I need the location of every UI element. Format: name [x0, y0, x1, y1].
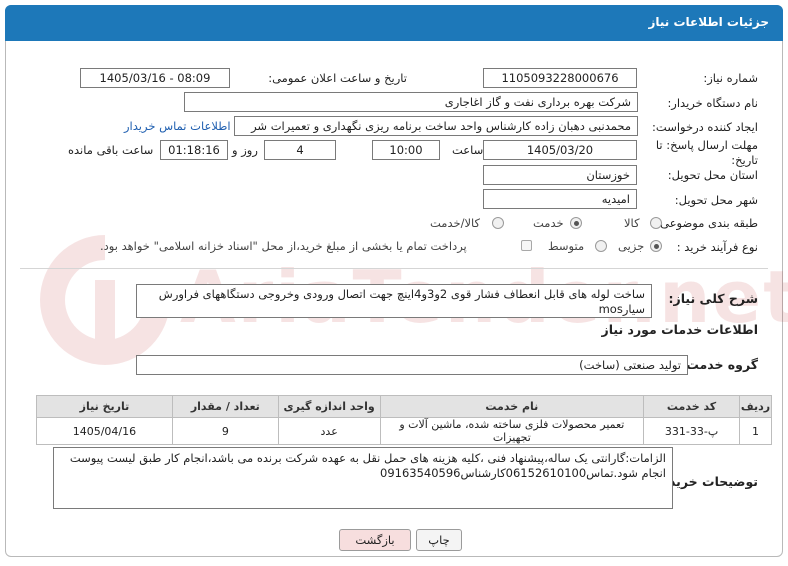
service-group-label: گروه خدمت:: [681, 357, 758, 372]
need-number-label: شماره نیاز:: [703, 71, 758, 85]
treasury-payment-note: پرداخت تمام یا بخشی از مبلغ خرید،از محل …: [100, 239, 467, 253]
service-group-field: تولید صنعتی (ساخت): [136, 355, 688, 375]
process-label: نوع فرآیند خرید :: [676, 240, 758, 254]
summary-text: ساخت لوله های قابل انعطاف فشار قوی 2و3و4…: [136, 284, 652, 318]
remaining-days-field: 4: [264, 140, 336, 160]
buyer-field: شرکت بهره برداری نفت و گاز اغاجاری: [184, 92, 638, 112]
col-unit: واحد اندازه گیری: [277, 395, 381, 418]
cell-unit: عدد: [277, 417, 381, 445]
buyer-label: نام دستگاه خریدار:: [667, 96, 758, 110]
remaining-days-label: روز و: [232, 143, 258, 157]
deadline-label-date: تاریخ:: [731, 153, 758, 167]
process-radio-medium[interactable]: [595, 240, 607, 252]
col-row: ردیف: [739, 395, 772, 418]
category-radio-goods[interactable]: [650, 217, 662, 229]
city-field: امیدیه: [483, 189, 637, 209]
deadline-label: مهلت ارسال پاسخ: تا: [655, 138, 758, 152]
announce-label: تاریخ و ساعت اعلان عمومی:: [268, 71, 407, 85]
cell-service-code: پ-33-331: [643, 417, 741, 445]
category-radio-service[interactable]: [570, 217, 582, 229]
col-service-name: نام خدمت: [379, 395, 645, 418]
back-button[interactable]: بازگشت: [339, 529, 411, 551]
city-label: شهر محل تحویل:: [674, 193, 758, 207]
divider: [20, 268, 768, 269]
category-option-goods-service: کالا/خدمت: [430, 216, 481, 230]
col-service-code: کد خدمت: [643, 395, 741, 418]
table-row: 1 پ-33-331 تعمیر محصولات فلزی ساخته شده،…: [36, 417, 772, 445]
remaining-time-field: 01:18:16: [160, 140, 228, 160]
page-title: جزئیات اطلاعات نیاز: [648, 15, 769, 29]
print-button[interactable]: چاپ: [416, 529, 462, 551]
category-option-service: خدمت: [533, 216, 564, 230]
cell-quantity: 9: [171, 417, 279, 445]
process-option-medium: متوسط: [548, 239, 585, 253]
announce-field: 1405/03/16 - 08:09: [80, 68, 230, 88]
creator-field: محمدنبی دهبان زاده کارشناس واحد ساخت برن…: [234, 116, 638, 136]
need-number-field: 1105093228000676: [483, 68, 637, 88]
process-radio-minor[interactable]: [650, 240, 662, 252]
deadline-time-label: ساعت: [452, 143, 484, 157]
cell-service-name: تعمیر محصولات فلزی ساخته شده، ماشین آلات…: [379, 417, 645, 445]
summary-label: شرح کلی نیاز:: [668, 291, 758, 306]
cell-row: 1: [739, 417, 772, 445]
deadline-date-field: 1405/03/20: [483, 140, 637, 160]
province-label: استان محل تحویل:: [667, 168, 758, 182]
table-header-row: ردیف کد خدمت نام خدمت واحد اندازه گیری ت…: [36, 395, 772, 418]
buyer-contact-link[interactable]: اطلاعات تماس خریدار: [124, 119, 231, 133]
category-option-goods: کالا: [624, 216, 640, 230]
process-option-minor: جزیی: [618, 239, 645, 253]
header-bar: جزئیات اطلاعات نیاز: [5, 5, 783, 41]
cell-need-date: 1405/04/16: [36, 417, 173, 445]
creator-label: ایجاد کننده درخواست:: [652, 120, 758, 134]
category-label: طبقه بندی موضوعی:: [656, 216, 758, 230]
col-quantity: تعداد / مقدار: [171, 395, 279, 418]
province-field: خوزستان: [483, 165, 637, 185]
col-need-date: تاریخ نیاز: [36, 395, 173, 418]
remaining-time-label: ساعت باقی مانده: [68, 143, 154, 157]
treasury-payment-checkbox[interactable]: [521, 240, 532, 251]
services-section-title: اطلاعات خدمات مورد نیاز: [601, 322, 759, 337]
services-table: ردیف کد خدمت نام خدمت واحد اندازه گیری ت…: [36, 395, 772, 445]
buyer-notes-text: الزامات:گارانتی یک ساله،پیشنهاد فنی ،کلی…: [53, 447, 673, 509]
category-radio-goods-service[interactable]: [492, 217, 504, 229]
deadline-time-field: 10:00: [372, 140, 440, 160]
